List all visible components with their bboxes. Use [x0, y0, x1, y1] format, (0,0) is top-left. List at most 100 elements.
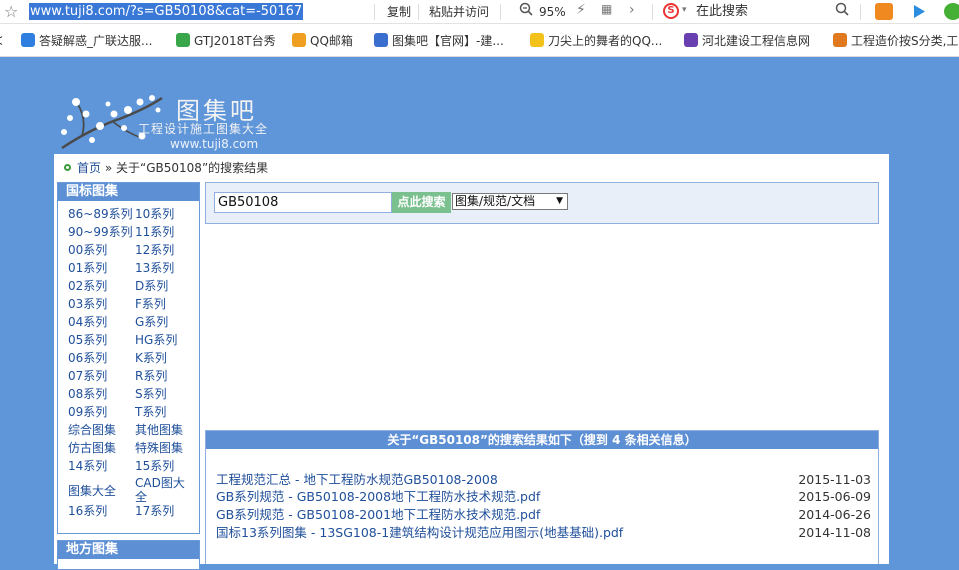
sidebar-link[interactable]: 其他图集	[135, 423, 183, 437]
bookmark-favicon-icon	[176, 33, 190, 47]
sidebar-local: 地方图集	[57, 540, 200, 570]
sidebar-link[interactable]: 01系列	[68, 261, 107, 275]
bookmark-favicon-icon	[530, 33, 544, 47]
sidebar-link[interactable]: 12系列	[135, 243, 174, 257]
sidebar-link[interactable]: K系列	[135, 351, 167, 365]
search-input[interactable]: 在此搜索	[696, 3, 748, 21]
bookmark-item[interactable]: QQ邮箱	[292, 33, 353, 49]
divider	[860, 4, 861, 20]
bookmark-label: 刀尖上的舞者的QQ...	[548, 34, 663, 48]
bookmark-item[interactable]: 刀尖上的舞者的QQ...	[530, 33, 662, 49]
result-row: GB系列规范 - GB50108-2008地下工程防水技术规范.pdf 2015…	[216, 488, 871, 505]
search-input[interactable]: GB50108	[214, 192, 392, 213]
wechat-icon[interactable]	[944, 3, 959, 20]
zoom-level[interactable]: 95%	[539, 3, 566, 21]
lightning-icon[interactable]: ⚡	[576, 2, 586, 18]
breadcrumb-separator: »	[104, 161, 113, 175]
sidebar-link[interactable]: 10系列	[135, 207, 174, 221]
paste-go-button[interactable]: 粘贴并访问	[429, 3, 489, 21]
copy-button[interactable]: 复制	[387, 3, 411, 21]
result-link[interactable]: GB系列规范 - GB50108-2008地下工程防水技术规范.pdf	[216, 489, 540, 504]
sidebar-link[interactable]: 11系列	[135, 225, 174, 239]
search-button[interactable]: 点此搜索	[392, 192, 451, 213]
video-icon[interactable]	[875, 3, 893, 20]
sidebar-link[interactable]: 02系列	[68, 279, 107, 293]
sidebar-link[interactable]: S系列	[135, 387, 167, 401]
sidebar-link[interactable]: 03系列	[68, 297, 107, 311]
bookmark-favicon-icon	[684, 33, 698, 47]
sidebar-national-title: 国标图集	[58, 183, 199, 201]
breadcrumb-current: 关于“GB50108”的搜索结果	[116, 161, 269, 175]
sidebar-link[interactable]: 05系列	[68, 333, 107, 347]
bookmark-favicon-icon	[21, 33, 35, 47]
sidebar-link[interactable]: 特殊图集	[135, 441, 183, 455]
sidebar-link[interactable]: D系列	[135, 279, 168, 293]
bookmark-item[interactable]: 河北建设工程信息网	[684, 33, 810, 49]
category-select[interactable]: 图集/规范/文档 ▼	[452, 193, 568, 210]
sidebar-link[interactable]: 07系列	[68, 369, 107, 383]
sidebar-link[interactable]: 17系列	[135, 504, 174, 518]
bookmark-label: 工程造价按S分类,工	[851, 34, 959, 48]
bookmark-favicon-icon	[833, 33, 847, 47]
bookmark-favicon-icon	[292, 33, 306, 47]
bookmark-label: QQ邮箱	[310, 34, 353, 48]
chevron-right-icon[interactable]: ›	[629, 2, 635, 18]
sidebar-link[interactable]: G系列	[135, 315, 168, 329]
star-icon[interactable]: ☆	[4, 2, 18, 21]
sidebar-link[interactable]: F系列	[135, 297, 166, 311]
sidebar-link[interactable]: T系列	[135, 405, 166, 419]
sidebar-link[interactable]: 综合图集	[68, 423, 116, 437]
sidebar-link[interactable]: HG系列	[135, 333, 177, 347]
sidebar-link[interactable]: 04系列	[68, 315, 107, 329]
sidebar-link[interactable]: 14系列	[68, 459, 107, 473]
result-date: 2015-06-09	[798, 489, 871, 504]
site-logo-subtitle: 工程设计施工图集大全	[138, 122, 269, 136]
search-icon[interactable]	[835, 2, 849, 20]
sidebar-link[interactable]: 13系列	[135, 261, 174, 275]
bookmark-item[interactable]: GTJ2018T台秀	[176, 33, 276, 49]
result-link[interactable]: 国标13系列图集 - 13SG108-1建筑结构设计规范应用图示(地基基础).p…	[216, 525, 623, 540]
bookmark-label: GTJ2018T台秀	[194, 34, 276, 48]
sidebar-link[interactable]: 15系列	[135, 459, 174, 473]
results-header: 关于“GB50108”的搜索结果如下（搜到 4 条相关信息）	[206, 431, 878, 449]
url-field[interactable]: www.tuji8.com/?s=GB50108&cat=-50167	[29, 3, 304, 20]
bookmark-item[interactable]: 工程造价按S分类,工	[833, 33, 958, 49]
sidebar-local-title: 地方图集	[58, 541, 199, 559]
sidebar-link[interactable]: 仿古图集	[68, 441, 116, 455]
bookmark-item[interactable]: 图集吧【官网】-建...	[374, 33, 504, 49]
qrcode-icon[interactable]: ▦	[601, 2, 612, 16]
bookmark-item[interactable]: 答疑解惑_广联达服...	[21, 33, 152, 49]
bookmark-more-icon[interactable]: ᐸ	[0, 33, 3, 49]
sidebar-link[interactable]: 08系列	[68, 387, 107, 401]
bookmark-label: 图集吧【官网】-建...	[392, 34, 504, 48]
dropdown-arrow-icon: ▼	[556, 196, 563, 206]
result-link[interactable]: 工程规范汇总 - 地下工程防水规范GB50108-2008	[216, 472, 498, 487]
sidebar-link[interactable]: 00系列	[68, 243, 107, 257]
sidebar-link[interactable]: 90~99系列	[68, 225, 133, 239]
divider	[418, 4, 419, 20]
bookmark-favicon-icon	[374, 33, 388, 47]
result-date: 2015-11-03	[798, 472, 871, 487]
result-link[interactable]: GB系列规范 - GB50108-2001地下工程防水技术规范.pdf	[216, 507, 540, 522]
sidebar-link[interactable]: 图集大全	[68, 484, 116, 498]
results-panel: 关于“GB50108”的搜索结果如下（搜到 4 条相关信息） 工程规范汇总 - …	[205, 430, 879, 564]
sidebar-link[interactable]: 16系列	[68, 504, 107, 518]
result-date: 2014-06-26	[798, 507, 871, 522]
sidebar-link[interactable]: R系列	[135, 369, 167, 383]
sidebar-link[interactable]: CAD图大全	[135, 476, 191, 504]
zoom-icon[interactable]	[519, 2, 533, 20]
sogou-search-icon[interactable]: S	[663, 3, 679, 19]
bookmark-label: 河北建设工程信息网	[702, 34, 811, 48]
sidebar-national: 国标图集 86~89系列 10系列 90~99系列 11系列 00系列 12系列 01系列 1…	[57, 182, 200, 534]
divider	[374, 4, 375, 20]
divider	[652, 4, 653, 20]
chevron-down-icon[interactable]: ▾	[682, 5, 687, 15]
sidebar-link[interactable]: 86~89系列	[68, 207, 133, 221]
play-icon[interactable]	[910, 3, 928, 20]
sidebar-link[interactable]: 06系列	[68, 351, 107, 365]
breadcrumb-home-link[interactable]: 首页	[77, 161, 101, 175]
bookmark-label: 答疑解惑_广联达服...	[39, 34, 153, 48]
sidebar-link[interactable]: 09系列	[68, 405, 107, 419]
category-select-value: 图集/规范/文档	[455, 194, 536, 208]
result-row: GB系列规范 - GB50108-2001地下工程防水技术规范.pdf 2014…	[216, 506, 871, 523]
